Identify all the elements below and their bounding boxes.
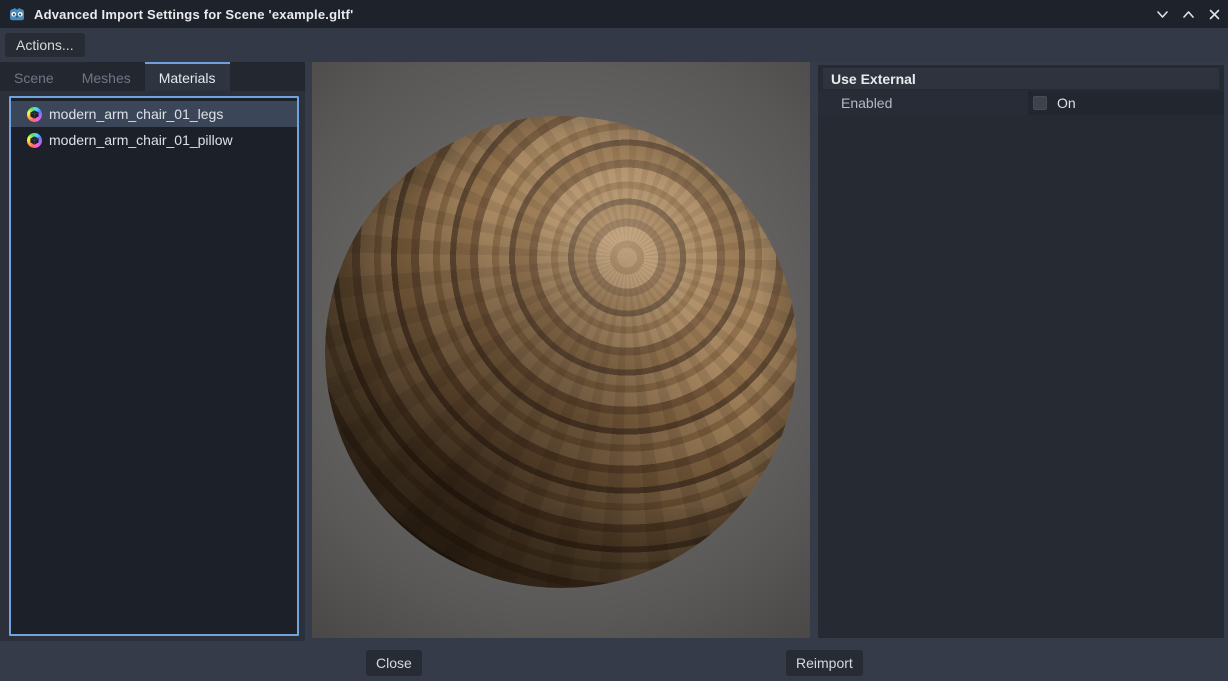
godot-logo-icon	[8, 5, 26, 23]
window-minimize-button[interactable]	[1152, 4, 1172, 24]
list-item-material-legs[interactable]: modern_arm_chair_01_legs	[11, 101, 297, 127]
reimport-button[interactable]: Reimport	[786, 650, 863, 676]
tab-bar: Scene Meshes Materials	[0, 62, 305, 91]
section-title: Use External	[831, 71, 916, 87]
chevron-up-icon	[1182, 8, 1195, 21]
material-sphere-icon	[27, 133, 42, 148]
window-maximize-button[interactable]	[1178, 4, 1198, 24]
window-title: Advanced Import Settings for Scene 'exam…	[34, 7, 353, 22]
list-item-label: modern_arm_chair_01_legs	[49, 106, 223, 122]
material-sphere-icon	[27, 107, 42, 122]
enabled-checkbox[interactable]	[1033, 96, 1047, 110]
menubar: Actions...	[0, 28, 1228, 62]
inspector-pane: Use External Enabled On	[818, 65, 1224, 638]
titlebar[interactable]: Advanced Import Settings for Scene 'exam…	[0, 0, 1228, 28]
actions-button[interactable]: Actions...	[5, 33, 85, 57]
advanced-import-settings-window: { "window": { "title": "Advanced Import …	[0, 0, 1228, 681]
list-item-material-pillow[interactable]: modern_arm_chair_01_pillow	[11, 127, 297, 153]
property-label-enabled: Enabled	[818, 91, 1028, 115]
material-preview-viewport	[312, 62, 810, 638]
left-pane: Scene Meshes Materials modern_arm_chair_…	[0, 62, 305, 641]
list-item-label: modern_arm_chair_01_pillow	[49, 132, 233, 148]
tab-scene[interactable]: Scene	[0, 62, 68, 91]
wood-material-preview-sphere	[325, 116, 797, 588]
section-header-use-external: Use External	[823, 68, 1219, 89]
window-close-button[interactable]	[1204, 4, 1224, 24]
tab-meshes[interactable]: Meshes	[68, 62, 145, 91]
materials-list[interactable]: modern_arm_chair_01_legs modern_arm_chai…	[9, 96, 299, 636]
property-row-enabled: Enabled On	[818, 91, 1224, 115]
tab-materials[interactable]: Materials	[145, 62, 230, 91]
window-controls	[1152, 0, 1224, 28]
property-value-enabled: On	[1028, 91, 1224, 115]
close-button[interactable]: Close	[366, 650, 422, 676]
checkbox-on-label: On	[1057, 95, 1076, 111]
chevron-down-icon	[1156, 8, 1169, 21]
close-icon	[1208, 8, 1221, 21]
